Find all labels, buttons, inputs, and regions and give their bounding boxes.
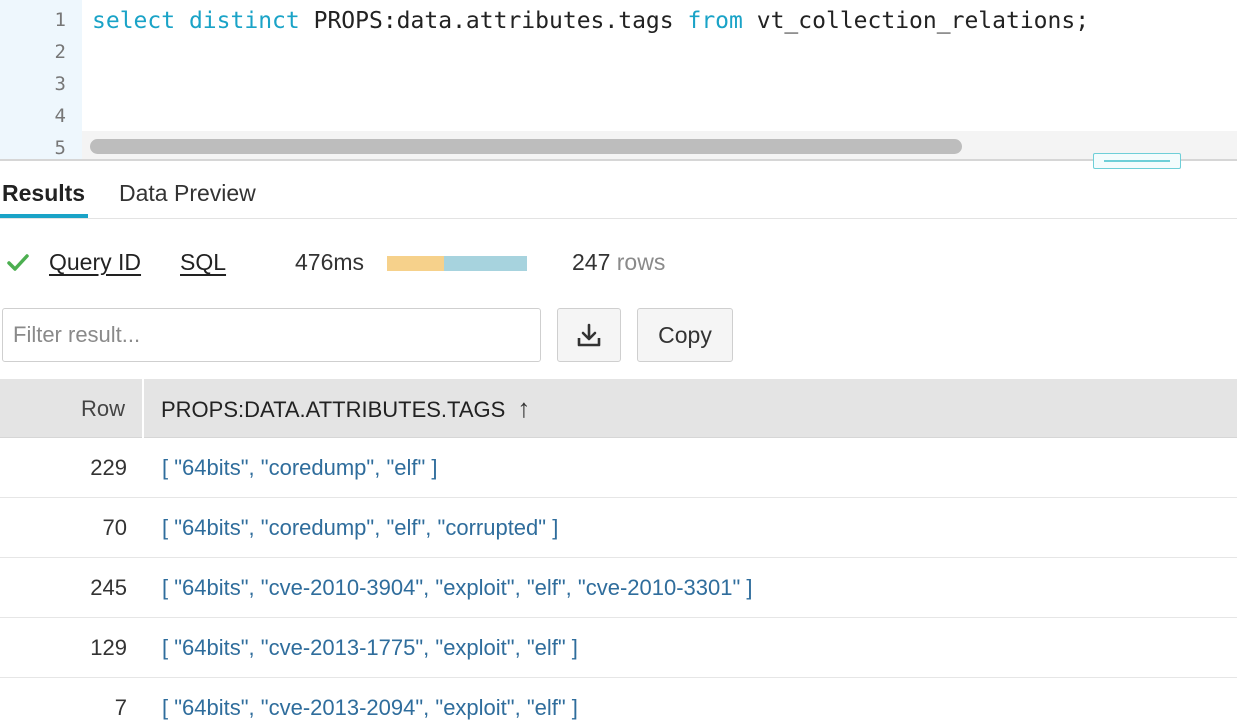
- line-number-gutter: 1 2 3 4 5: [0, 0, 82, 160]
- tags-value: [ "64bits", "coredump", "elf" ]: [162, 455, 438, 480]
- timing-bar-segment-execute: [444, 256, 527, 271]
- table-header: Row PROPS:DATA.ATTRIBUTES.TAGS ↑: [0, 379, 1237, 438]
- table-row[interactable]: 229 [ "64bits", "coredump", "elf" ]: [0, 438, 1237, 498]
- row-number: 70: [102, 515, 127, 540]
- line-number: 4: [54, 105, 66, 127]
- copy-button[interactable]: Copy: [637, 308, 733, 362]
- row-number: 245: [90, 575, 127, 600]
- row-count-value: 247: [572, 249, 611, 275]
- row-number: 129: [90, 635, 127, 660]
- active-tab-indicator: [0, 214, 88, 218]
- query-status: Query ID SQL 476ms 247 rows: [0, 246, 1237, 282]
- resize-handle[interactable]: [1093, 153, 1181, 169]
- line-number: 1: [54, 9, 66, 31]
- table-row[interactable]: 7 [ "64bits", "cve-2013-2094", "exploit"…: [0, 678, 1237, 727]
- keyword-from: from: [687, 8, 743, 34]
- tab-results[interactable]: Results: [2, 180, 85, 207]
- results-table: Row PROPS:DATA.ATTRIBUTES.TAGS ↑ 229 [ "6…: [0, 379, 1237, 727]
- sql-editor[interactable]: 1 2 3 4 5 select distinct PROPS:data.att…: [0, 0, 1237, 169]
- keyword-distinct: distinct: [188, 8, 300, 34]
- query-id-link[interactable]: Query ID: [49, 249, 141, 276]
- tags-value: [ "64bits", "cve-2013-2094", "exploit", …: [162, 695, 578, 720]
- table-name: vt_collection_relations;: [756, 8, 1090, 34]
- line-number: 5: [54, 137, 66, 159]
- horizontal-scrollbar[interactable]: [82, 131, 1237, 160]
- sort-ascending-icon[interactable]: ↑: [517, 393, 530, 423]
- header-tags-column[interactable]: PROPS:DATA.ATTRIBUTES.TAGS ↑: [161, 379, 530, 438]
- download-button[interactable]: [557, 308, 621, 362]
- table-row[interactable]: 129 [ "64bits", "cve-2013-1775", "exploi…: [0, 618, 1237, 678]
- timing-bar-segment-compile: [387, 256, 445, 271]
- download-icon: [577, 323, 601, 347]
- results-tabs: Results Data Preview: [0, 170, 1237, 219]
- editor-divider: [0, 159, 1237, 161]
- row-count: 247 rows: [572, 249, 665, 276]
- tags-value: [ "64bits", "cve-2010-3904", "exploit", …: [162, 575, 753, 600]
- row-count-label: rows: [616, 249, 666, 275]
- code-line[interactable]: select distinct PROPS:data.attributes.ta…: [92, 8, 1089, 34]
- row-number: 7: [114, 695, 127, 720]
- scrollbar-thumb[interactable]: [90, 139, 962, 154]
- filter-result-input[interactable]: [2, 308, 541, 362]
- column-expression: PROPS:data.attributes.tags: [313, 8, 674, 34]
- table-row[interactable]: 70 [ "64bits", "coredump", "elf", "corru…: [0, 498, 1237, 558]
- keyword-select: select: [92, 8, 176, 34]
- timing-bar: [387, 256, 527, 271]
- line-number: 3: [54, 73, 66, 95]
- query-duration: 476ms: [295, 249, 365, 275]
- check-icon: [7, 254, 29, 271]
- tags-value: [ "64bits", "cve-2013-1775", "exploit", …: [162, 635, 578, 660]
- row-number: 229: [90, 455, 127, 480]
- tags-value: [ "64bits", "coredump", "elf", "corrupte…: [162, 515, 559, 540]
- sql-link[interactable]: SQL: [180, 249, 226, 276]
- line-number: 2: [54, 41, 66, 63]
- tab-data-preview[interactable]: Data Preview: [119, 180, 256, 207]
- header-row-number[interactable]: Row: [0, 379, 144, 438]
- header-tags-label: PROPS:DATA.ATTRIBUTES.TAGS: [161, 397, 506, 422]
- table-row[interactable]: 245 [ "64bits", "cve-2010-3904", "exploi…: [0, 558, 1237, 618]
